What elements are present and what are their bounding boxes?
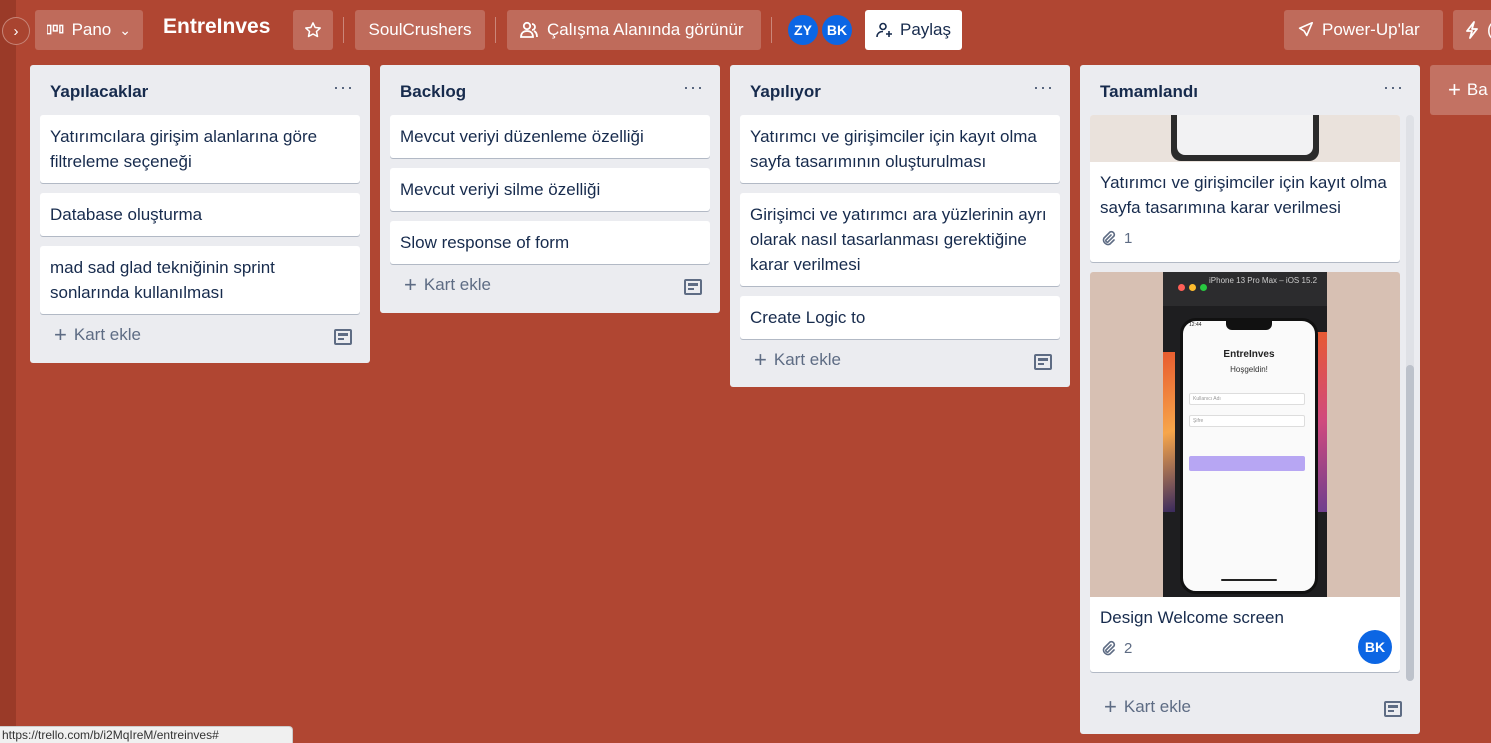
- add-card-button[interactable]: + Kart ekle: [754, 349, 841, 371]
- card-cover-image: [1090, 115, 1400, 162]
- card-template-icon[interactable]: [684, 279, 702, 295]
- card[interactable]: Slow response of form: [390, 221, 710, 264]
- card-template-icon[interactable]: [1384, 701, 1402, 717]
- chevron-down-icon: ⌄: [119, 21, 131, 38]
- view-switcher-button[interactable]: Pano ⌄: [35, 10, 143, 50]
- phone-username-field: Kullanıcı Adı: [1189, 393, 1305, 405]
- automation-label: (: [1487, 20, 1491, 40]
- cards-scroll-area[interactable]: Yatırımcı ve girişimciler için kayıt olm…: [1090, 115, 1400, 681]
- view-label: Pano: [71, 20, 112, 39]
- lightning-icon: [1466, 21, 1478, 39]
- list-menu-dots-icon[interactable]: ···: [683, 77, 704, 98]
- simulator-device-label: iPhone 13 Pro Max – iOS 15.2: [1209, 276, 1318, 285]
- add-card-button[interactable]: + Kart ekle: [1104, 696, 1191, 718]
- phone-login-button: [1189, 456, 1305, 471]
- list-yapilacaklar: Yapılacaklar ··· Yatırımcılara girişim a…: [30, 65, 370, 363]
- card[interactable]: Mevcut veriyi silme özelliği: [390, 168, 710, 211]
- powerups-button[interactable]: Power-Up'lar: [1284, 10, 1443, 50]
- share-label: Paylaş: [899, 20, 952, 39]
- list-tamamlandi: Tamamlandı ··· Yatırımcı ve girişimciler…: [1080, 65, 1420, 734]
- add-list-label: Ba: [1466, 80, 1488, 99]
- card-member-avatar[interactable]: BK: [1358, 630, 1392, 664]
- add-card-label: Kart ekle: [423, 275, 491, 294]
- board-view-icon: [47, 24, 64, 35]
- sidebar-strip: [0, 0, 16, 743]
- powerups-label: Power-Up'lar: [1322, 20, 1420, 39]
- list-title[interactable]: Yapılıyor: [750, 82, 821, 102]
- card[interactable]: Girişimci ve yatırımcı ara yüzlerinin ay…: [740, 193, 1060, 286]
- phone-time: 12:44: [1189, 322, 1202, 328]
- visibility-label: Çalışma Alanında görünür: [547, 20, 744, 39]
- phone-greeting: Hoşgeldin!: [1230, 365, 1268, 374]
- add-list-button[interactable]: + Ba: [1430, 65, 1491, 115]
- add-card-label: Kart ekle: [773, 350, 841, 369]
- plus-icon: +: [1448, 77, 1461, 102]
- card-template-icon[interactable]: [1034, 354, 1052, 370]
- divider: [495, 17, 496, 43]
- list-title[interactable]: Tamamlandı: [1100, 82, 1198, 102]
- member-avatar-bk[interactable]: BK: [820, 13, 854, 47]
- star-button[interactable]: [293, 10, 333, 50]
- workspace-button[interactable]: SoulCrushers: [355, 10, 485, 50]
- add-card-button[interactable]: + Kart ekle: [404, 274, 491, 296]
- status-bar-url: https://trello.com/b/i2MqIreM/entreinves…: [0, 726, 293, 743]
- share-button[interactable]: Paylaş: [865, 10, 962, 50]
- list-yapiliyor: Yapılıyor ··· Yatırımcı ve girişimciler …: [730, 65, 1070, 387]
- attachment-count: 2: [1124, 639, 1133, 657]
- card-title: Design Welcome screen: [1100, 608, 1284, 627]
- plus-icon: +: [404, 272, 417, 297]
- phone-app-title: EntreInves: [1223, 349, 1275, 360]
- automation-button[interactable]: (: [1453, 10, 1491, 50]
- card-template-icon[interactable]: [334, 329, 352, 345]
- card[interactable]: iPhone 13 Pro Max – iOS 15.2 12:44 Entre…: [1090, 272, 1400, 672]
- add-person-icon: [876, 22, 892, 38]
- add-card-label: Kart ekle: [73, 325, 141, 344]
- add-card-label: Kart ekle: [1123, 697, 1191, 716]
- attachment-icon: [1102, 230, 1116, 246]
- card[interactable]: Yatırımcı ve girişimciler için kayıt olm…: [1090, 115, 1400, 262]
- member-avatar-zy[interactable]: ZY: [786, 13, 820, 47]
- list-menu-dots-icon[interactable]: ···: [1033, 77, 1054, 98]
- star-icon: [305, 22, 321, 38]
- card[interactable]: Database oluşturma: [40, 193, 360, 236]
- card[interactable]: mad sad glad tekniğinin sprint sonlarınd…: [40, 246, 360, 314]
- scrollbar-thumb[interactable]: [1406, 365, 1414, 681]
- board-title[interactable]: EntreInves: [163, 15, 270, 39]
- expand-sidebar-chevron-icon[interactable]: ›: [2, 17, 30, 45]
- list-menu-dots-icon[interactable]: ···: [1383, 77, 1404, 98]
- phone-password-field: Şifre: [1189, 415, 1305, 427]
- card[interactable]: Create Logic to: [740, 296, 1060, 339]
- list-backlog: Backlog ··· Mevcut veriyi düzenleme özel…: [380, 65, 720, 313]
- list-title[interactable]: Yapılacaklar: [50, 82, 148, 102]
- card[interactable]: Mevcut veriyi düzenleme özelliği: [390, 115, 710, 158]
- plus-icon: +: [54, 322, 67, 347]
- list-title[interactable]: Backlog: [400, 82, 466, 102]
- card[interactable]: Yatırımcılara girişim alanlarına göre fi…: [40, 115, 360, 183]
- attachment-count: 1: [1124, 229, 1133, 247]
- divider: [343, 17, 344, 43]
- plus-icon: +: [754, 347, 767, 372]
- divider: [771, 17, 772, 43]
- attachment-icon: [1102, 640, 1116, 656]
- card-cover-image: iPhone 13 Pro Max – iOS 15.2 12:44 Entre…: [1090, 272, 1400, 597]
- rocket-icon: [1298, 21, 1314, 37]
- card[interactable]: Yatırımcı ve girişimciler için kayıt olm…: [740, 115, 1060, 183]
- plus-icon: +: [1104, 694, 1117, 719]
- card-title: Yatırımcı ve girişimciler için kayıt olm…: [1100, 173, 1387, 217]
- add-card-button[interactable]: + Kart ekle: [54, 324, 141, 346]
- list-menu-dots-icon[interactable]: ···: [333, 77, 354, 98]
- visibility-button[interactable]: Çalışma Alanında görünür: [507, 10, 761, 50]
- people-icon: [520, 21, 538, 38]
